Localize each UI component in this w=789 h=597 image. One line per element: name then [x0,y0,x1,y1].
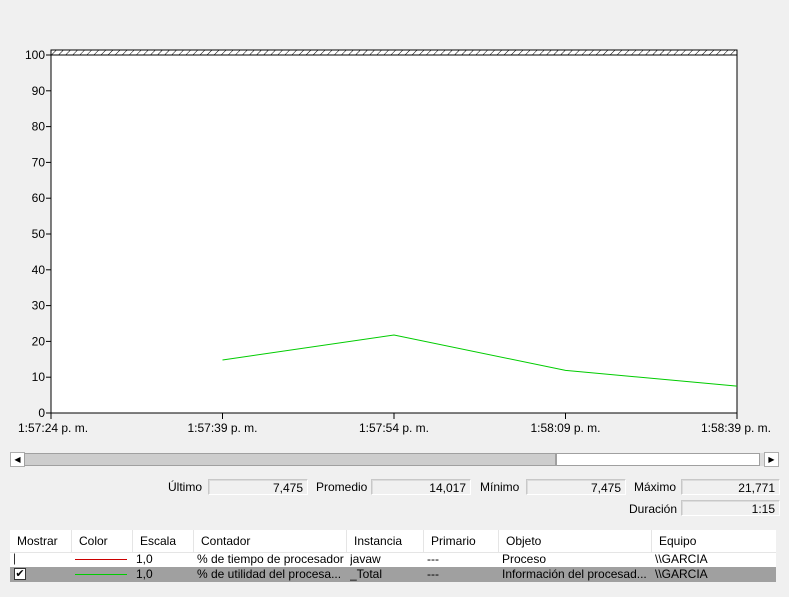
show-checkbox[interactable]: ✔ [14,568,26,580]
minimum-label: Mínimo [480,480,520,494]
column-object[interactable]: Objeto [499,530,652,552]
color-swatch [75,574,127,575]
y-tick-label: 20 [32,334,46,348]
parent-cell: --- [427,552,439,566]
parent-cell: --- [427,567,439,581]
x-tick-label: 1:58:09 p. m. [530,421,600,435]
x-tick-label: 1:57:54 p. m. [359,421,429,435]
instance-cell: javaw [350,552,381,566]
column-color[interactable]: Color [72,530,133,552]
x-tick-label: 1:58:39 p. m. [701,421,771,435]
performance-chart: 0 10 20 30 40 50 60 70 80 90 100 1:57:24 p. m. 1:57… [18,48,771,435]
counter-cell: % de tiempo de procesador [197,552,344,566]
y-tick-label: 30 [32,299,46,313]
column-instance[interactable]: Instancia [347,530,424,552]
object-cell: Información del procesad... [502,567,647,581]
arrow-right-icon: ▶ [768,455,775,464]
last-label: Último [168,480,203,494]
overflow-band [50,49,738,56]
column-scale[interactable]: Escala [133,530,194,552]
y-tick-label: 40 [32,263,46,277]
average-label: Promedio [316,480,368,494]
table-row[interactable]: 1,0 % de tiempo de procesador javaw --- … [10,552,776,567]
y-tick-label: 100 [25,48,45,62]
counter-list[interactable]: Mostrar Color Escala Contador Instancia … [10,530,776,582]
object-cell: Proceso [502,552,547,566]
show-checkbox[interactable] [14,553,26,565]
arrow-left-icon: ◀ [14,455,21,464]
counter-list-header: Mostrar Color Escala Contador Instancia … [10,530,776,553]
scroll-thumb[interactable] [556,453,760,466]
column-parent[interactable]: Primario [424,530,499,552]
y-tick-label: 50 [32,227,46,241]
x-tick-label: 1:57:24 p. m. [18,421,88,435]
counter-cell: % de utilidad del procesa... [197,567,342,581]
scroll-filled-region [24,453,556,466]
average-value: 14,017 [371,479,471,495]
scroll-left-button[interactable]: ◀ [10,452,25,467]
column-computer[interactable]: Equipo [652,530,776,552]
minimum-value: 7,475 [526,479,626,495]
scale-cell: 1,0 [136,552,153,566]
y-tick-label: 80 [32,120,46,134]
last-value: 7,475 [208,479,308,495]
scale-cell: 1,0 [136,567,153,581]
plot-area [51,55,737,413]
computer-cell: \\GARCIA [655,567,708,581]
time-scrollbar[interactable]: ◀ ▶ [10,452,779,467]
y-tick-label: 0 [38,406,45,420]
instance-cell: _Total [350,567,383,581]
column-show[interactable]: Mostrar [10,530,72,552]
y-tick-label: 60 [32,191,46,205]
y-tick-label: 70 [32,155,46,169]
duration-value: 1:15 [681,500,780,516]
maximum-label: Máximo [634,480,677,494]
scroll-track[interactable] [24,453,765,466]
y-tick-label: 90 [32,84,46,98]
x-tick-label: 1:57:39 p. m. [187,421,257,435]
color-swatch [75,559,127,560]
duration-label: Duración [629,502,678,516]
scroll-right-button[interactable]: ▶ [764,452,779,467]
computer-cell: \\GARCIA [655,552,708,566]
table-row[interactable]: ✔ 1,0 % de utilidad del procesa... _Tota… [10,567,776,582]
column-counter[interactable]: Contador [194,530,347,552]
maximum-value: 21,771 [681,479,780,495]
y-tick-label: 10 [32,370,46,384]
